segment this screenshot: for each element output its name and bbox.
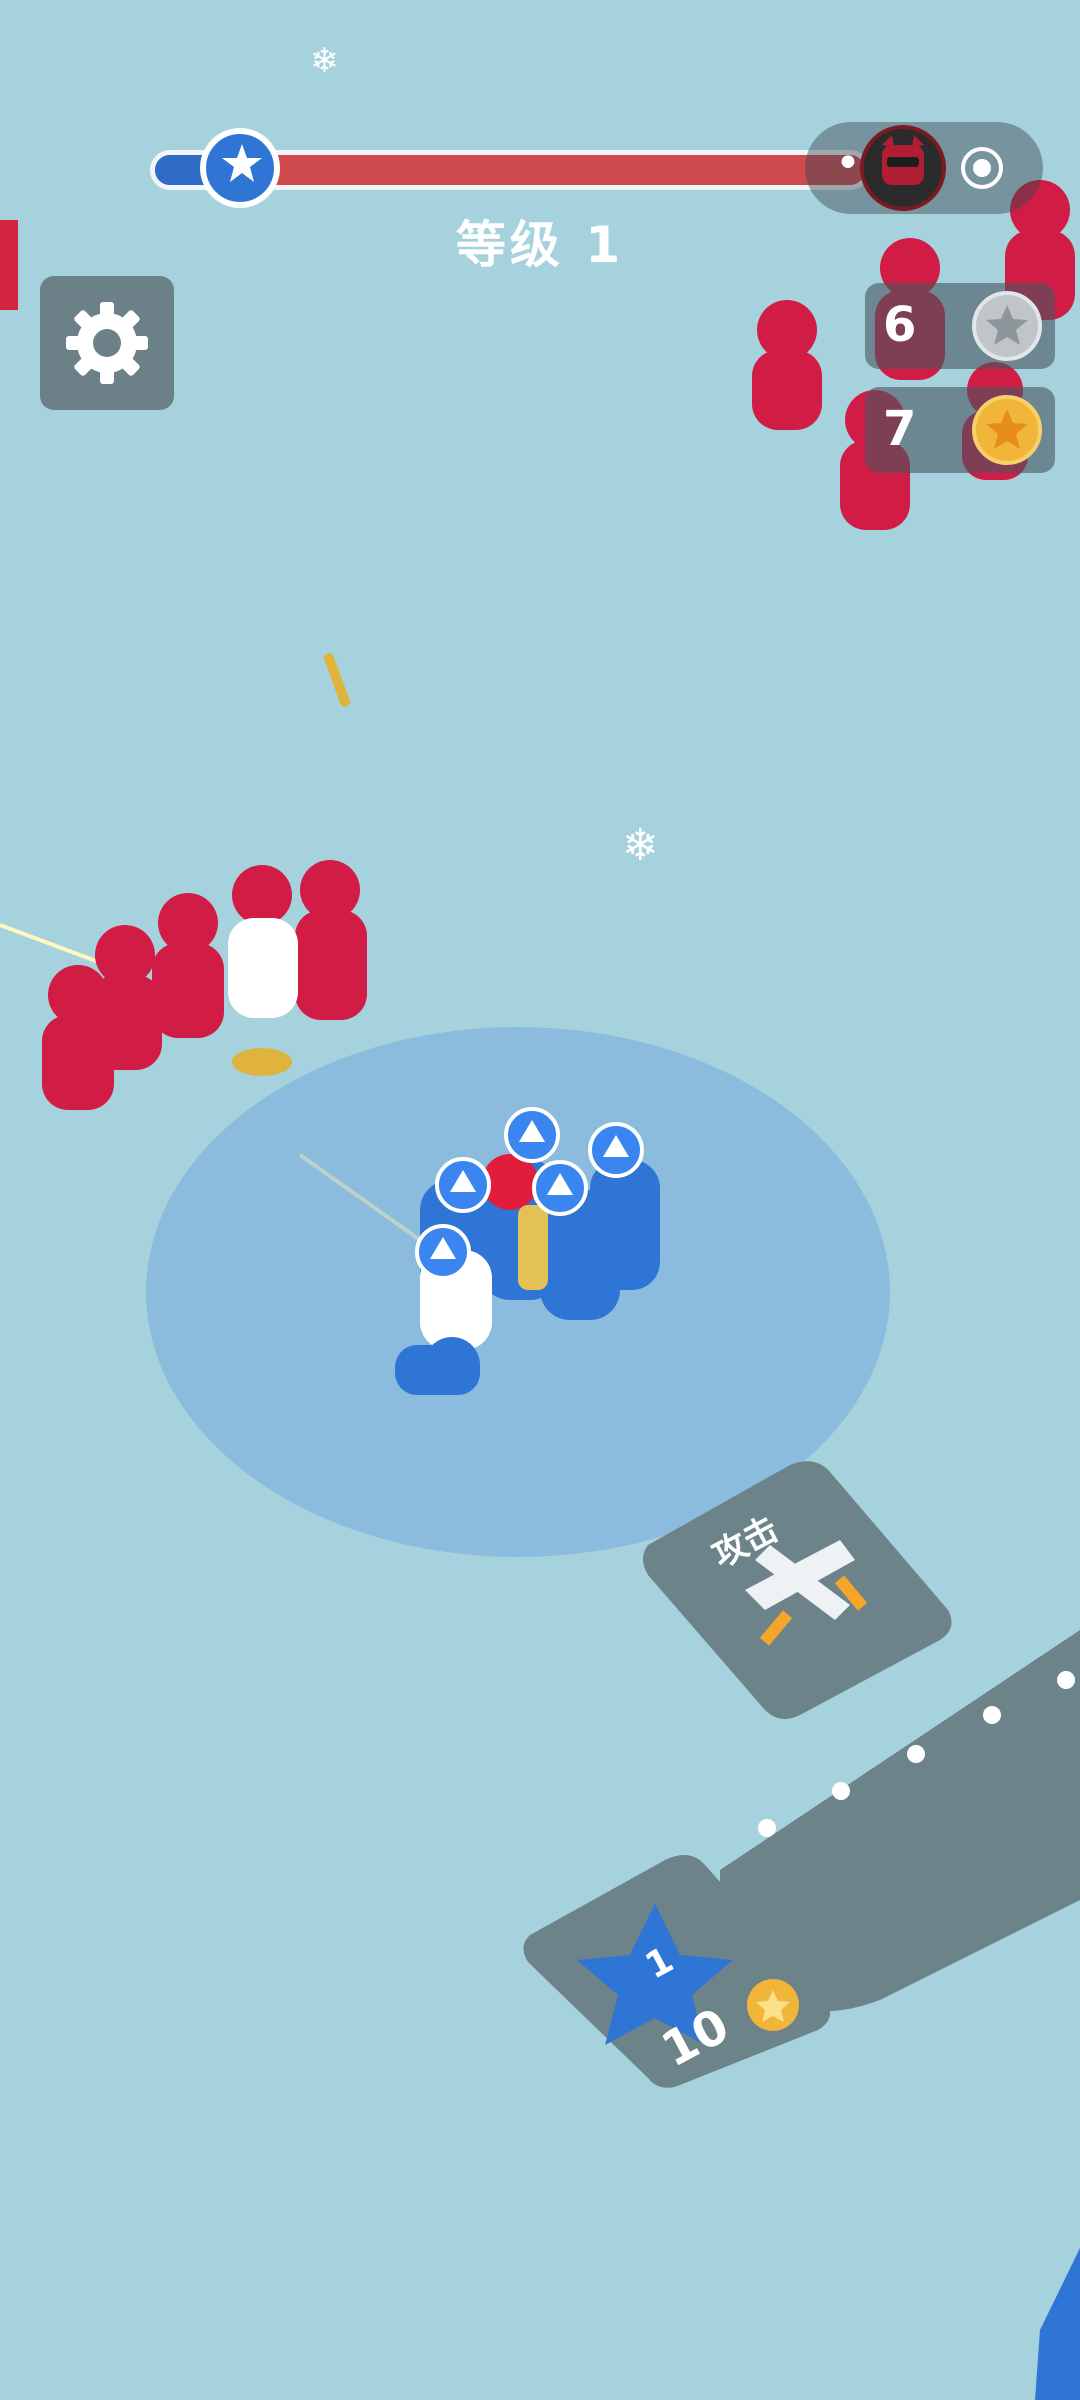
enemy-face-icon <box>882 135 924 185</box>
enemy-boss-avatar <box>860 125 946 211</box>
level-number: 1 <box>585 216 625 274</box>
gold-coin-count: 7 <box>883 401 917 457</box>
bullet-casing <box>323 653 351 707</box>
silver-coin-count: 6 <box>883 297 917 353</box>
silver-coin-counter: 6 <box>865 283 1055 369</box>
gold-coin-counter: 7 <box>865 387 1055 473</box>
snowflake-icon: ❄ <box>622 820 659 871</box>
player-avatar <box>200 128 280 208</box>
level-label: 等级 <box>455 216 564 274</box>
scene-edge-object <box>1035 2248 1080 2400</box>
target-icon[interactable] <box>959 145 1005 191</box>
star-icon <box>222 144 262 182</box>
snowflake-icon: ❄ <box>310 41 339 81</box>
gold-coin-drop <box>232 1048 292 1076</box>
silver-star-coin-icon <box>972 291 1042 361</box>
gold-star-coin-icon <box>972 395 1042 465</box>
gear-icon <box>66 302 148 384</box>
enemy-squad-white-member <box>228 865 298 1018</box>
level-indicator: 等级 1 <box>0 205 1080 277</box>
settings-button[interactable] <box>40 276 174 410</box>
